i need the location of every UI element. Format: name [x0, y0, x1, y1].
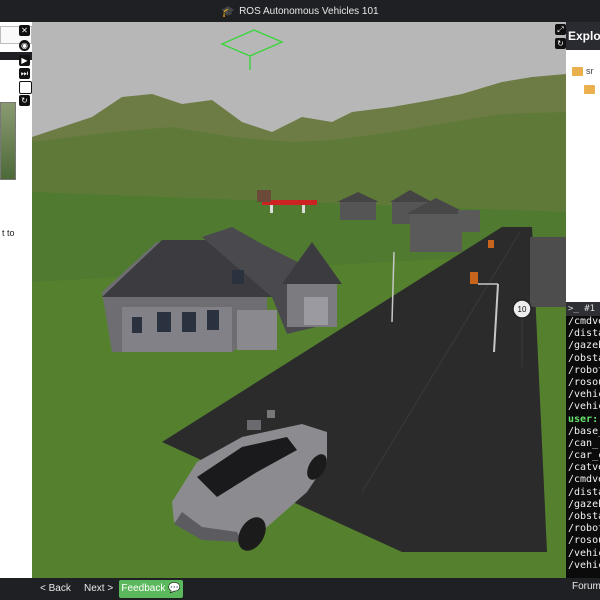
terminal-line: /vehic: [568, 559, 600, 571]
traffic-cone-2: [470, 272, 478, 284]
tree-item-label: sr: [586, 66, 594, 76]
terminal-line: /rosou: [568, 535, 600, 547]
explorer-header: Explor: [566, 22, 600, 50]
terminal-line: /dista: [568, 328, 600, 340]
terminal-line: /base_: [568, 425, 600, 437]
terminal-line: /car_c: [568, 450, 600, 462]
terminal-panel[interactable]: >_ #1 /cmdve/dista/gazeb/obsta/robot/ros…: [566, 302, 600, 578]
reset-icon[interactable]: ↻: [19, 95, 30, 106]
folder-icon: [584, 85, 595, 95]
house-far-4: [458, 210, 480, 232]
terminal-line: /can_: [568, 437, 599, 449]
terminal-line: /vehic: [568, 547, 600, 559]
stop-icon[interactable]: [19, 81, 32, 94]
house-far-1: [340, 202, 376, 220]
step-icon[interactable]: ⏭: [19, 68, 30, 79]
tree-item-sub[interactable]: [584, 84, 598, 95]
water-tower: [257, 190, 271, 202]
house-far-3: [410, 212, 462, 252]
terminal-tab[interactable]: >_ #1: [566, 302, 600, 316]
terminal-line: /catve: [568, 462, 600, 474]
chat-icon: 💬: [168, 583, 181, 594]
course-title: ROS Autonomous Vehicles 101: [239, 5, 379, 17]
feedback-label: Feedback: [121, 583, 166, 594]
gazebo-simulation-view[interactable]: 10: [32, 22, 566, 578]
forum-link[interactable]: Forum: [572, 581, 600, 592]
speed-limit-value: 10: [518, 305, 527, 314]
terminal-line: /vehic: [568, 389, 600, 401]
folder-icon: [572, 67, 583, 77]
terminal-line: /obsta: [568, 352, 600, 364]
terminal-prompt: user:: [568, 413, 599, 425]
eye-icon[interactable]: ◉: [19, 40, 30, 51]
right-panel: Explor sr >_ #1 /cmdve/dista/gazeb/obsta…: [566, 22, 600, 578]
simulation-toolbar: ✕ ◉ ▶ ⏭ ↻: [17, 22, 32, 106]
title-bar: 🎓 ROS Autonomous Vehicles 101: [0, 0, 600, 23]
lidar-sensor: [247, 420, 261, 430]
terminal-line: /vehic: [568, 401, 600, 413]
scene-graphic: 10: [32, 22, 566, 578]
next-button[interactable]: Next >: [84, 581, 113, 597]
terminal-line: /cmdve: [568, 474, 600, 486]
feedback-button[interactable]: Feedback 💬: [119, 580, 183, 598]
expand-icon[interactable]: ⤢: [555, 24, 566, 35]
terminal-line: /robot: [568, 523, 600, 535]
refresh-icon[interactable]: ↻: [555, 38, 566, 49]
traffic-cone-1: [488, 240, 494, 248]
terminal-line: /dista: [568, 486, 600, 498]
terminal-line: /rosou: [568, 376, 600, 388]
forward-icon[interactable]: ▶: [19, 55, 30, 66]
notebook-image: [0, 102, 16, 180]
terminal-output: /cmdve/dista/gazeb/obsta/robot/rosou/veh…: [566, 316, 600, 572]
tree-item-src[interactable]: sr: [572, 66, 594, 77]
footer-bar: < Back Next > Feedback 💬 Forum: [0, 578, 600, 600]
terminal-line: /gazeb: [568, 340, 600, 352]
terminal-line: /obsta: [568, 511, 600, 522]
house-right: [530, 237, 566, 307]
terminal-line: /robot: [568, 364, 600, 376]
graduation-cap-icon: 🎓: [221, 5, 236, 18]
close-icon[interactable]: ✕: [19, 25, 30, 36]
back-button[interactable]: < Back: [40, 581, 71, 597]
terminal-line: /gazeb: [568, 498, 600, 510]
terminal-line: /cmdve: [568, 316, 600, 327]
notebook-text-snippet: t to: [2, 228, 15, 238]
